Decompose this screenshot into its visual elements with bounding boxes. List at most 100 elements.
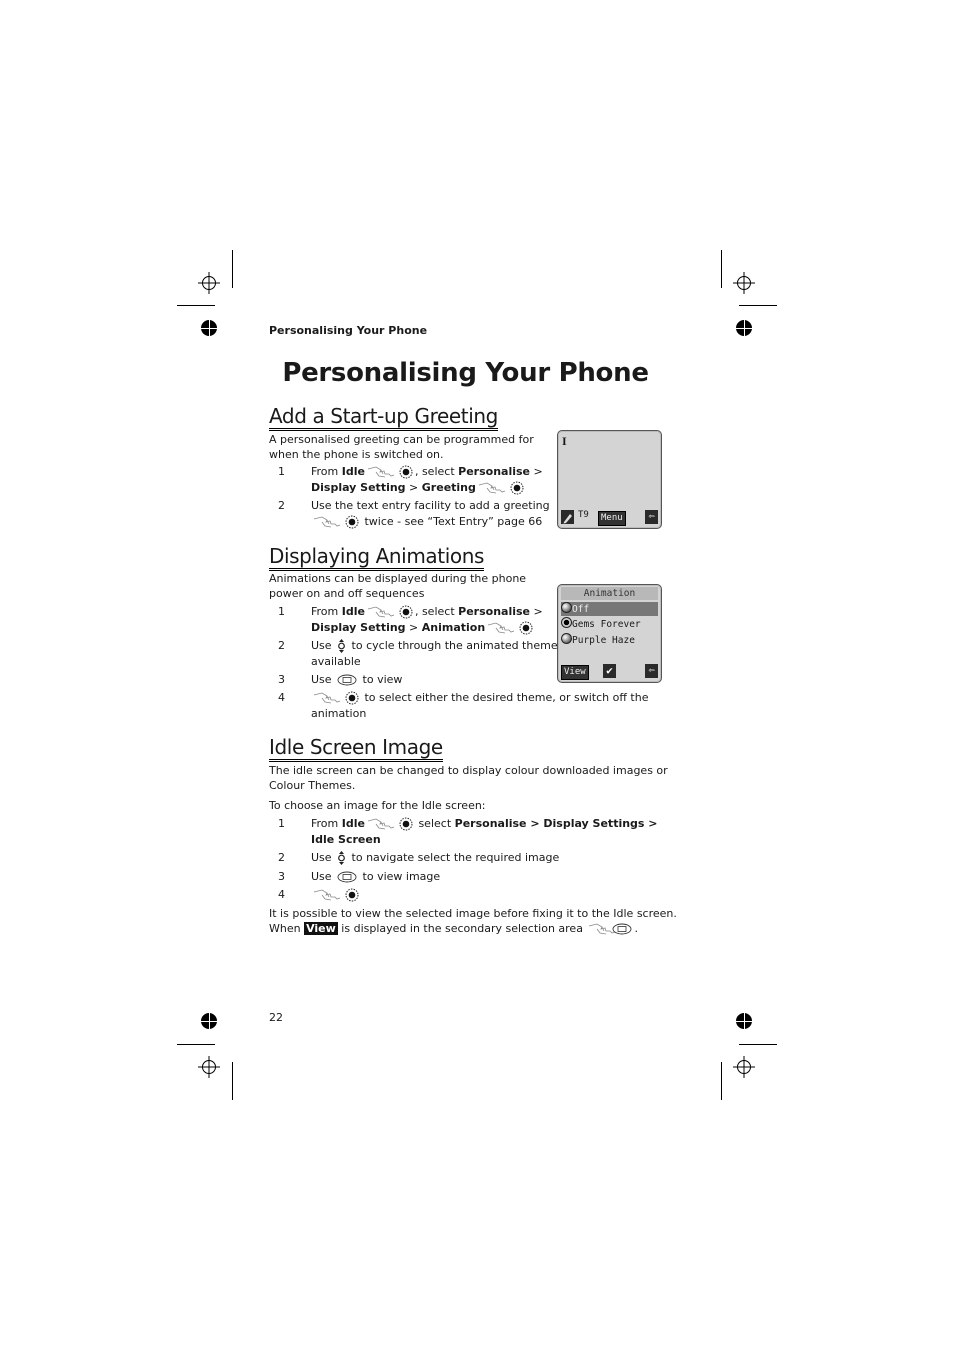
- intro-line: Colour Themes.: [269, 778, 356, 792]
- crop-line: [232, 1062, 233, 1100]
- ok-button-icon: [345, 691, 359, 705]
- t9-indicator: T9: [578, 510, 589, 520]
- step-number: 2: [278, 499, 285, 512]
- page-number: 22: [269, 1011, 283, 1024]
- section-heading: Idle Screen Image: [269, 735, 443, 762]
- softkey-bar: View ✔ ⇦: [561, 664, 658, 680]
- hand-softkey-icon: [313, 516, 341, 528]
- registration-target-icon: [733, 1056, 755, 1078]
- step-text: Use to view image: [311, 870, 441, 883]
- registration-target-icon: [198, 1056, 220, 1078]
- step-text: Idle Screen: [311, 833, 381, 846]
- crop-line: [177, 1044, 215, 1045]
- step-text: Display Setting > Greeting: [311, 480, 526, 496]
- page-title: Personalising Your Phone: [282, 358, 649, 388]
- hand-softkey-icon: [367, 466, 395, 478]
- view-softkey: View: [561, 665, 589, 680]
- secondary-softkey-icon: [337, 674, 357, 686]
- ok-button-icon: [519, 621, 533, 635]
- up-down-navigation-icon: [337, 639, 346, 653]
- hand-softkey-icon: [367, 818, 395, 830]
- menu-softkey: Menu: [598, 511, 626, 526]
- note-line: It is possible to view the selected imag…: [269, 907, 677, 920]
- section-heading: Displaying Animations: [269, 544, 484, 571]
- registration-dot-icon: [736, 320, 752, 336]
- step-text: Use to navigate select the required imag…: [311, 851, 560, 865]
- step-number: 2: [278, 851, 285, 864]
- up-down-navigation-icon: [337, 851, 346, 865]
- greeting-phone-screen: I T9 Menu ⇦: [557, 430, 662, 529]
- text-cursor: I: [562, 434, 567, 448]
- checkmark-icon: ✔: [603, 664, 616, 678]
- radio-selected-icon: [561, 617, 572, 628]
- ok-button-icon: [345, 888, 359, 902]
- intro-line: A personalised greeting can be programme…: [269, 433, 534, 446]
- hand-softkey-icon: [313, 889, 341, 901]
- hand-softkey-icon: [313, 692, 341, 704]
- step-text: twice - see “Text Entry” page 66: [311, 514, 542, 530]
- step-text: Use to view: [311, 673, 403, 686]
- intro-line: power on and off sequences: [269, 586, 425, 600]
- note-line: When View is displayed in the secondary …: [269, 921, 638, 935]
- crop-line: [721, 1062, 722, 1100]
- radio-icon: [561, 633, 572, 644]
- step-number: 4: [278, 888, 285, 901]
- pen-edit-icon: [561, 510, 574, 524]
- section-heading: Add a Start-up Greeting: [269, 404, 498, 431]
- screen-title: Animation: [561, 587, 658, 600]
- step-number: 1: [278, 817, 285, 830]
- note-text: It is possible to view the selected imag…: [269, 907, 677, 936]
- step-text: From Idle, select Personalise >: [311, 465, 543, 479]
- ok-button-icon: [345, 515, 359, 529]
- step-text: Use the text entry facility to add a gre…: [311, 499, 550, 512]
- intro-text: A personalised greeting can be programme…: [269, 433, 534, 462]
- view-label-chip: View: [304, 921, 338, 935]
- ok-button-icon: [399, 817, 413, 831]
- animation-option-purple-haze: Purple Haze: [561, 633, 658, 647]
- crop-line: [721, 250, 722, 288]
- animation-option-off: Off: [561, 602, 658, 616]
- registration-dot-icon: [201, 320, 217, 336]
- registration-dot-icon: [736, 1013, 752, 1029]
- step-text: animation: [311, 707, 367, 720]
- ok-button-icon: [399, 605, 413, 619]
- intro-text: The idle screen can be changed to displa…: [269, 764, 668, 793]
- registration-dot-icon: [201, 1013, 217, 1029]
- running-head: Personalising Your Phone: [269, 324, 428, 337]
- secondary-softkey-icon: [337, 871, 357, 883]
- crop-line: [232, 250, 233, 288]
- intro-line: Animations can be displayed during the p…: [269, 572, 527, 585]
- crop-line: [177, 305, 215, 306]
- step-number: 3: [278, 673, 285, 686]
- intro-line: when the phone is switched on.: [269, 447, 444, 461]
- intro-text: Animations can be displayed during the p…: [269, 572, 526, 601]
- step-text: From Idle select Personalise > Display S…: [311, 817, 658, 831]
- hand-softkey-icon: [478, 482, 506, 494]
- step-text: Use to cycle through the animated themes: [311, 639, 564, 653]
- step-number: 3: [278, 870, 285, 883]
- intro-line: The idle screen can be changed to displa…: [269, 764, 668, 777]
- back-arrow-icon: ⇦: [645, 510, 658, 524]
- registration-target-icon: [733, 272, 755, 294]
- step-number: 4: [278, 691, 285, 704]
- step-text: [311, 887, 361, 903]
- step-text: available: [311, 655, 361, 668]
- hand-softkey-icon: [487, 622, 515, 634]
- hand-softkey-icon: [367, 606, 395, 618]
- ok-button-icon: [399, 465, 413, 479]
- crop-line: [739, 1044, 777, 1045]
- step-number: 2: [278, 639, 285, 652]
- secondary-softkey-icon: [612, 923, 632, 935]
- step-text: From Idle, select Personalise >: [311, 605, 543, 619]
- ok-button-icon: [510, 481, 524, 495]
- step-number: 1: [278, 465, 285, 478]
- crop-line: [739, 305, 777, 306]
- choose-text: To choose an image for the Idle screen:: [269, 799, 486, 812]
- registration-target-icon: [198, 272, 220, 294]
- softkey-bar: T9 Menu ⇦: [561, 510, 658, 526]
- radio-icon: [561, 602, 572, 613]
- step-text: Display Setting > Animation: [311, 620, 535, 636]
- step-text: to select either the desired theme, or s…: [311, 690, 648, 706]
- back-arrow-icon: ⇦: [645, 664, 658, 678]
- animation-option-gems-forever: Gems Forever: [561, 617, 658, 631]
